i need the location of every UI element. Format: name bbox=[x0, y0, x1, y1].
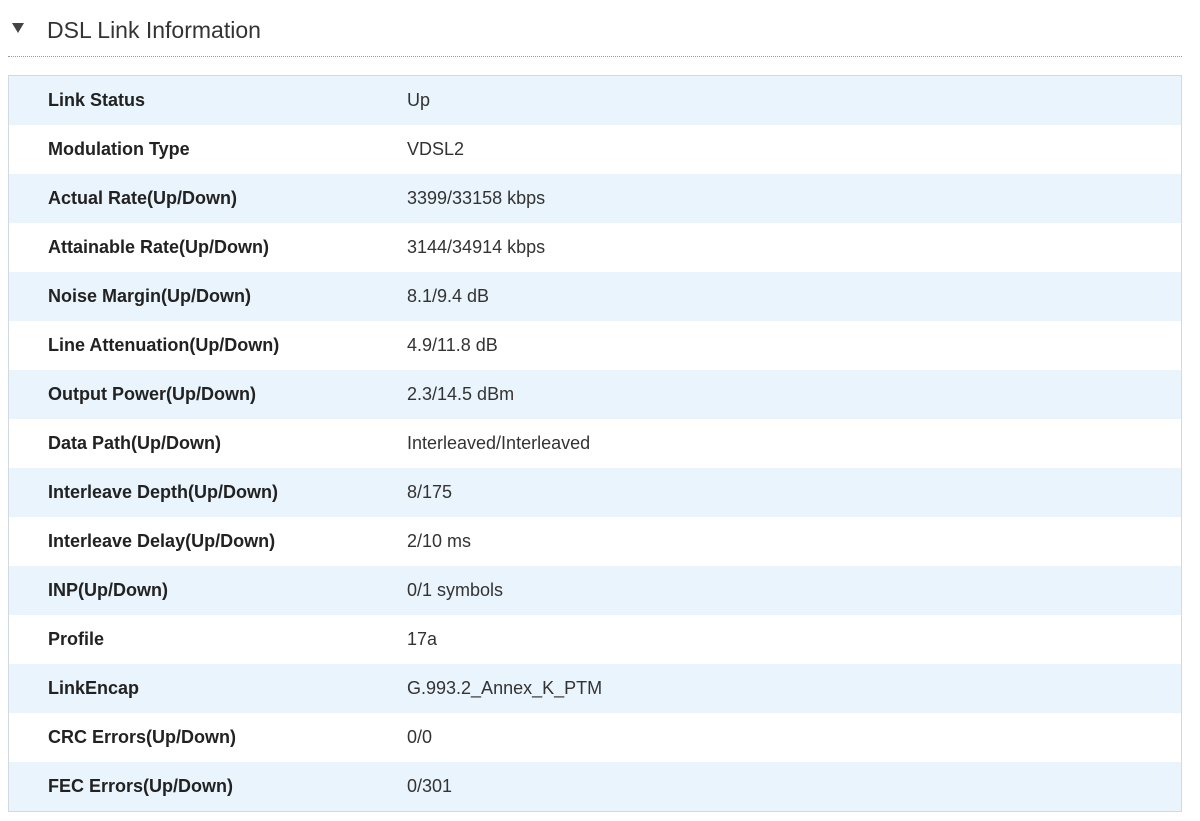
row-label: LinkEncap bbox=[8, 664, 407, 713]
row-label: Profile bbox=[8, 615, 407, 664]
table-row: Interleave Delay(Up/Down) 2/10 ms bbox=[8, 517, 1182, 566]
table-row: Interleave Depth(Up/Down) 8/175 bbox=[8, 468, 1182, 517]
row-label: Data Path(Up/Down) bbox=[8, 419, 407, 468]
row-label: INP(Up/Down) bbox=[8, 566, 407, 615]
row-label: FEC Errors(Up/Down) bbox=[8, 762, 407, 812]
table-row: FEC Errors(Up/Down) 0/301 bbox=[8, 762, 1182, 812]
row-value: 0/1 symbols bbox=[407, 566, 1182, 615]
row-label: Link Status bbox=[8, 75, 407, 125]
row-label: Modulation Type bbox=[8, 125, 407, 174]
row-value: 3399/33158 kbps bbox=[407, 174, 1182, 223]
row-value: VDSL2 bbox=[407, 125, 1182, 174]
row-value: 17a bbox=[407, 615, 1182, 664]
row-value: G.993.2_Annex_K_PTM bbox=[407, 664, 1182, 713]
row-value: 3144/34914 kbps bbox=[407, 223, 1182, 272]
row-label: Line Attenuation(Up/Down) bbox=[8, 321, 407, 370]
row-value: 8/175 bbox=[407, 468, 1182, 517]
row-label: Actual Rate(Up/Down) bbox=[8, 174, 407, 223]
row-label: Interleave Depth(Up/Down) bbox=[8, 468, 407, 517]
row-value: 0/0 bbox=[407, 713, 1182, 762]
dsl-info-table: Link Status Up Modulation Type VDSL2 Act… bbox=[8, 75, 1182, 812]
section-title: DSL Link Information bbox=[47, 17, 261, 43]
table-row: Line Attenuation(Up/Down) 4.9/11.8 dB bbox=[8, 321, 1182, 370]
table-row: LinkEncap G.993.2_Annex_K_PTM bbox=[8, 664, 1182, 713]
row-label: Attainable Rate(Up/Down) bbox=[8, 223, 407, 272]
row-label: Interleave Delay(Up/Down) bbox=[8, 517, 407, 566]
table-row: Actual Rate(Up/Down) 3399/33158 kbps bbox=[8, 174, 1182, 223]
row-value: Up bbox=[407, 75, 1182, 125]
row-label: CRC Errors(Up/Down) bbox=[8, 713, 407, 762]
row-value: 2/10 ms bbox=[407, 517, 1182, 566]
row-value: 4.9/11.8 dB bbox=[407, 321, 1182, 370]
table-row: INP(Up/Down) 0/1 symbols bbox=[8, 566, 1182, 615]
table-row: Attainable Rate(Up/Down) 3144/34914 kbps bbox=[8, 223, 1182, 272]
row-label: Noise Margin(Up/Down) bbox=[8, 272, 407, 321]
table-row: Modulation Type VDSL2 bbox=[8, 125, 1182, 174]
row-value: 8.1/9.4 dB bbox=[407, 272, 1182, 321]
table-row: Output Power(Up/Down) 2.3/14.5 dBm bbox=[8, 370, 1182, 419]
table-row: CRC Errors(Up/Down) 0/0 bbox=[8, 713, 1182, 762]
row-value: 0/301 bbox=[407, 762, 1182, 812]
table-row: Profile 17a bbox=[8, 615, 1182, 664]
dsl-section-header[interactable]: DSL Link Information bbox=[8, 0, 1182, 57]
table-row: Data Path(Up/Down) Interleaved/Interleav… bbox=[8, 419, 1182, 468]
table-row: Noise Margin(Up/Down) 8.1/9.4 dB bbox=[8, 272, 1182, 321]
row-value: 2.3/14.5 dBm bbox=[407, 370, 1182, 419]
row-value: Interleaved/Interleaved bbox=[407, 419, 1182, 468]
row-label: Output Power(Up/Down) bbox=[8, 370, 407, 419]
triangle-down-icon[interactable] bbox=[12, 23, 24, 33]
table-row: Link Status Up bbox=[8, 75, 1182, 125]
